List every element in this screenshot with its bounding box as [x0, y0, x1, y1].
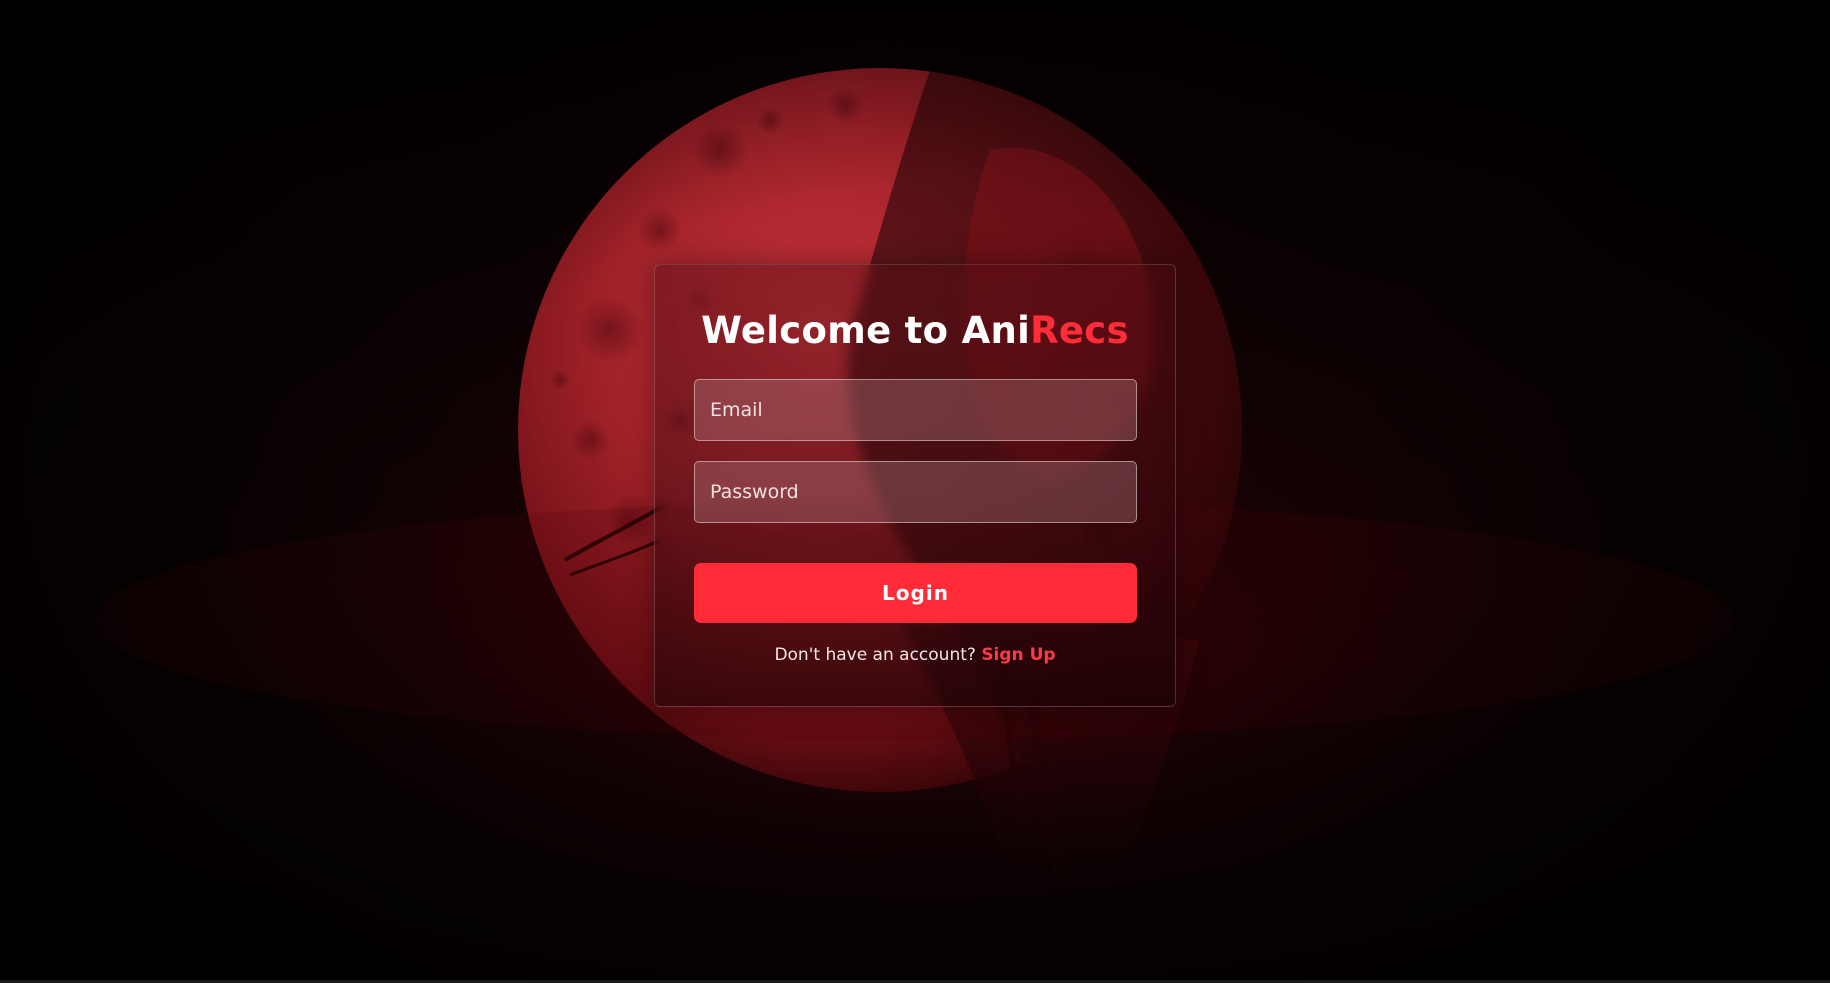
login-card: Welcome to AniRecs Login Don't have an a… — [654, 264, 1176, 707]
title-accent: Recs — [1030, 309, 1129, 352]
password-field[interactable] — [694, 461, 1137, 523]
sign-up-link[interactable]: Sign Up — [981, 645, 1055, 665]
email-field[interactable] — [694, 379, 1137, 441]
login-button[interactable]: Login — [694, 563, 1137, 623]
signup-prompt-row: Don't have an account? Sign Up — [655, 645, 1175, 665]
login-page: Welcome to AniRecs Login Don't have an a… — [0, 0, 1830, 983]
signup-prompt-text: Don't have an account? — [774, 645, 976, 665]
title-prefix: Welcome to Ani — [701, 309, 1031, 352]
page-title: Welcome to AniRecs — [655, 309, 1175, 353]
